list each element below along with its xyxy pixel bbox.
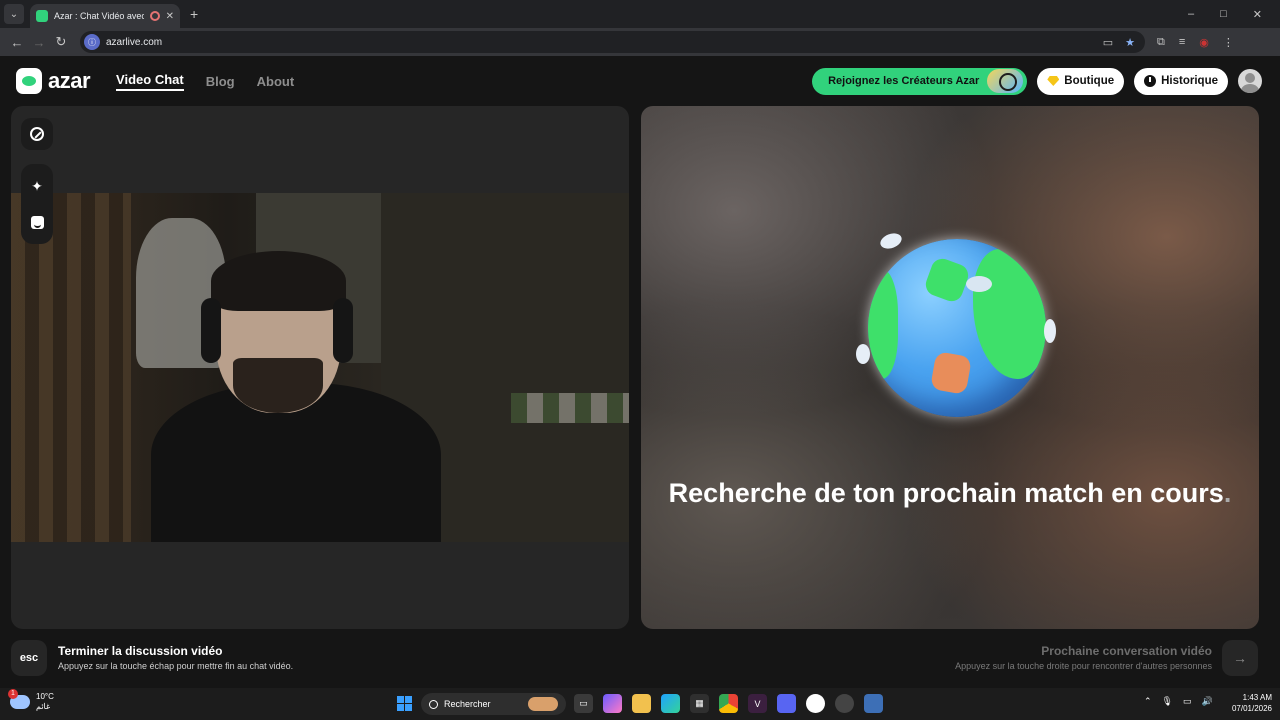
searching-status: Recherche de ton prochain match en cours…: [641, 478, 1259, 509]
sparkle-icon: ✦: [31, 177, 43, 194]
end-chat-esc-button[interactable]: esc: [11, 640, 47, 676]
tray-overflow-icon[interactable]: ⌃: [1144, 696, 1152, 707]
store-icon[interactable]: ▦: [690, 694, 709, 713]
copilot-icon[interactable]: [603, 694, 622, 713]
header-actions: Rejoignez les Créateurs Azar Boutique Hi…: [812, 67, 1262, 95]
url-text[interactable]: azarlive.com: [106, 37, 162, 48]
next-chat-title: Prochaine conversation vidéo: [1041, 644, 1212, 658]
browser-toolbar: ← → ↻ ⓘ azarlive.com ▭ ★ ⧉ ≡ ◉ ⋮: [0, 28, 1280, 56]
file-explorer-icon[interactable]: [632, 694, 651, 713]
globe-illustration: [856, 230, 1056, 424]
clock-time: 1:43 AM: [1242, 693, 1272, 702]
task-view-icon[interactable]: ▭: [574, 694, 593, 713]
clock-icon: [1144, 75, 1157, 87]
site-info-icon[interactable]: ⓘ: [84, 34, 100, 50]
taskbar-clock[interactable]: 1:43 AM 07/01/2026: [1222, 692, 1272, 714]
new-tab-button[interactable]: +: [190, 6, 198, 22]
start-button[interactable]: [397, 696, 412, 711]
forward-arrow-icon[interactable]: →: [28, 35, 50, 50]
weather-description: غائم: [36, 702, 51, 711]
microphone-icon[interactable]: 🎙: [1162, 696, 1173, 707]
cast-icon[interactable]: ▭: [1103, 36, 1113, 49]
expand-icon: [30, 127, 44, 141]
next-chat-description: Appuyez sur la touche droite pour rencon…: [955, 661, 1212, 671]
shop-button[interactable]: Boutique: [1037, 67, 1125, 95]
end-chat-description: Appuyez sur la touche échap pour mettre …: [58, 661, 294, 671]
obs-icon[interactable]: [806, 694, 825, 713]
effects-toolbar: ✦: [21, 164, 53, 244]
display-icon[interactable]: ▭: [1183, 696, 1192, 707]
expand-button[interactable]: [21, 118, 53, 150]
nav-about[interactable]: About: [257, 74, 295, 89]
reload-icon[interactable]: ↻: [50, 34, 72, 50]
bookmark-star-icon[interactable]: ★: [1125, 36, 1135, 49]
recording-indicator-icon: [149, 11, 160, 21]
history-button[interactable]: Historique: [1134, 67, 1228, 95]
taskbar-apps: ▭ ▦ V: [574, 694, 883, 713]
system-tray: ⌃ 🎙 ▭ 🔊: [1144, 696, 1213, 707]
volume-icon[interactable]: 🔊: [1202, 696, 1213, 707]
self-video-panel: ✦: [11, 106, 629, 629]
effects-button[interactable]: ✦: [21, 170, 53, 202]
nav-video-chat[interactable]: Video Chat: [116, 72, 184, 91]
history-label: Historique: [1161, 75, 1218, 87]
windows-taskbar: 10°C غائم Rechercher ▭ ▦ V ⌃ 🎙 ▭ 🔊 1:43 …: [0, 688, 1280, 720]
profile-avatar-icon[interactable]: ◉: [1199, 36, 1209, 49]
window-controls: – □ ✕: [1188, 8, 1262, 21]
face-sticker-icon: [30, 215, 44, 229]
azar-favicon-icon: [36, 10, 48, 22]
taskbar-search[interactable]: Rechercher: [421, 693, 566, 715]
tab-search-button[interactable]: ⌄: [4, 4, 24, 24]
user-avatar-icon[interactable]: [1238, 69, 1262, 93]
browser-tab[interactable]: Azar : Chat Vidéo avec de n ✕: [30, 4, 180, 28]
chrome-icon[interactable]: [719, 694, 738, 713]
next-chat-arrow-button[interactable]: →: [1222, 640, 1258, 676]
maximize-button[interactable]: □: [1220, 8, 1227, 21]
self-camera-feed: [11, 193, 629, 542]
address-bar[interactable]: ⓘ azarlive.com ▭ ★: [80, 31, 1145, 53]
edge-icon[interactable]: [661, 694, 680, 713]
search-highlight-icon: [528, 697, 558, 711]
azar-app: azar Video Chat Blog About Rejoignez les…: [0, 56, 1280, 688]
discord-icon[interactable]: [777, 694, 796, 713]
browser-menu-icon[interactable]: ⋮: [1223, 36, 1234, 49]
tab-close-icon[interactable]: ✕: [166, 11, 174, 22]
media-controls-icon[interactable]: ≡: [1179, 36, 1185, 49]
steam-icon[interactable]: [835, 694, 854, 713]
extensions-icon[interactable]: ⧉: [1157, 36, 1165, 49]
join-creators-button[interactable]: Rejoignez les Créateurs Azar: [812, 67, 1028, 95]
close-window-button[interactable]: ✕: [1253, 8, 1262, 21]
logo-text: azar: [48, 68, 91, 93]
nav-blog[interactable]: Blog: [206, 74, 235, 89]
browser-tab-bar: ⌄ Azar : Chat Vidéo avec de n ✕ + – □ ✕: [0, 0, 1280, 28]
stickers-button[interactable]: [21, 206, 53, 238]
calculator-icon[interactable]: [864, 694, 883, 713]
shop-label: Boutique: [1064, 75, 1115, 87]
back-arrow-icon[interactable]: ←: [6, 35, 28, 50]
weather-widget[interactable]: 10°C غائم: [8, 689, 54, 712]
creators-illustration-icon: [987, 69, 1024, 93]
search-icon: [429, 699, 438, 709]
azar-logo[interactable]: azar: [16, 68, 91, 94]
temperature: 10°C: [36, 692, 54, 701]
main-nav: Video Chat Blog About: [116, 72, 294, 91]
taskbar-search-label: Rechercher: [444, 699, 491, 709]
minimize-button[interactable]: –: [1188, 8, 1194, 21]
vegas-icon[interactable]: V: [748, 694, 767, 713]
shortcut-bar: esc Terminer la discussion vidéo Appuyez…: [0, 638, 1280, 688]
match-panel: Recherche de ton prochain match en cours…: [641, 106, 1259, 629]
join-creators-label: Rejoignez les Créateurs Azar: [828, 75, 980, 87]
searching-status-text: Recherche de ton prochain match en cours: [668, 478, 1224, 508]
azar-logo-icon: [16, 68, 42, 94]
clock-date: 07/01/2026: [1231, 704, 1272, 713]
loading-dot: .: [1223, 478, 1232, 508]
cloudy-weather-icon: [8, 689, 30, 709]
tab-title: Azar : Chat Vidéo avec de n: [54, 11, 144, 21]
gem-icon: [1047, 76, 1060, 86]
end-chat-title: Terminer la discussion vidéo: [58, 644, 223, 658]
site-header: azar Video Chat Blog About Rejoignez les…: [0, 56, 1280, 106]
